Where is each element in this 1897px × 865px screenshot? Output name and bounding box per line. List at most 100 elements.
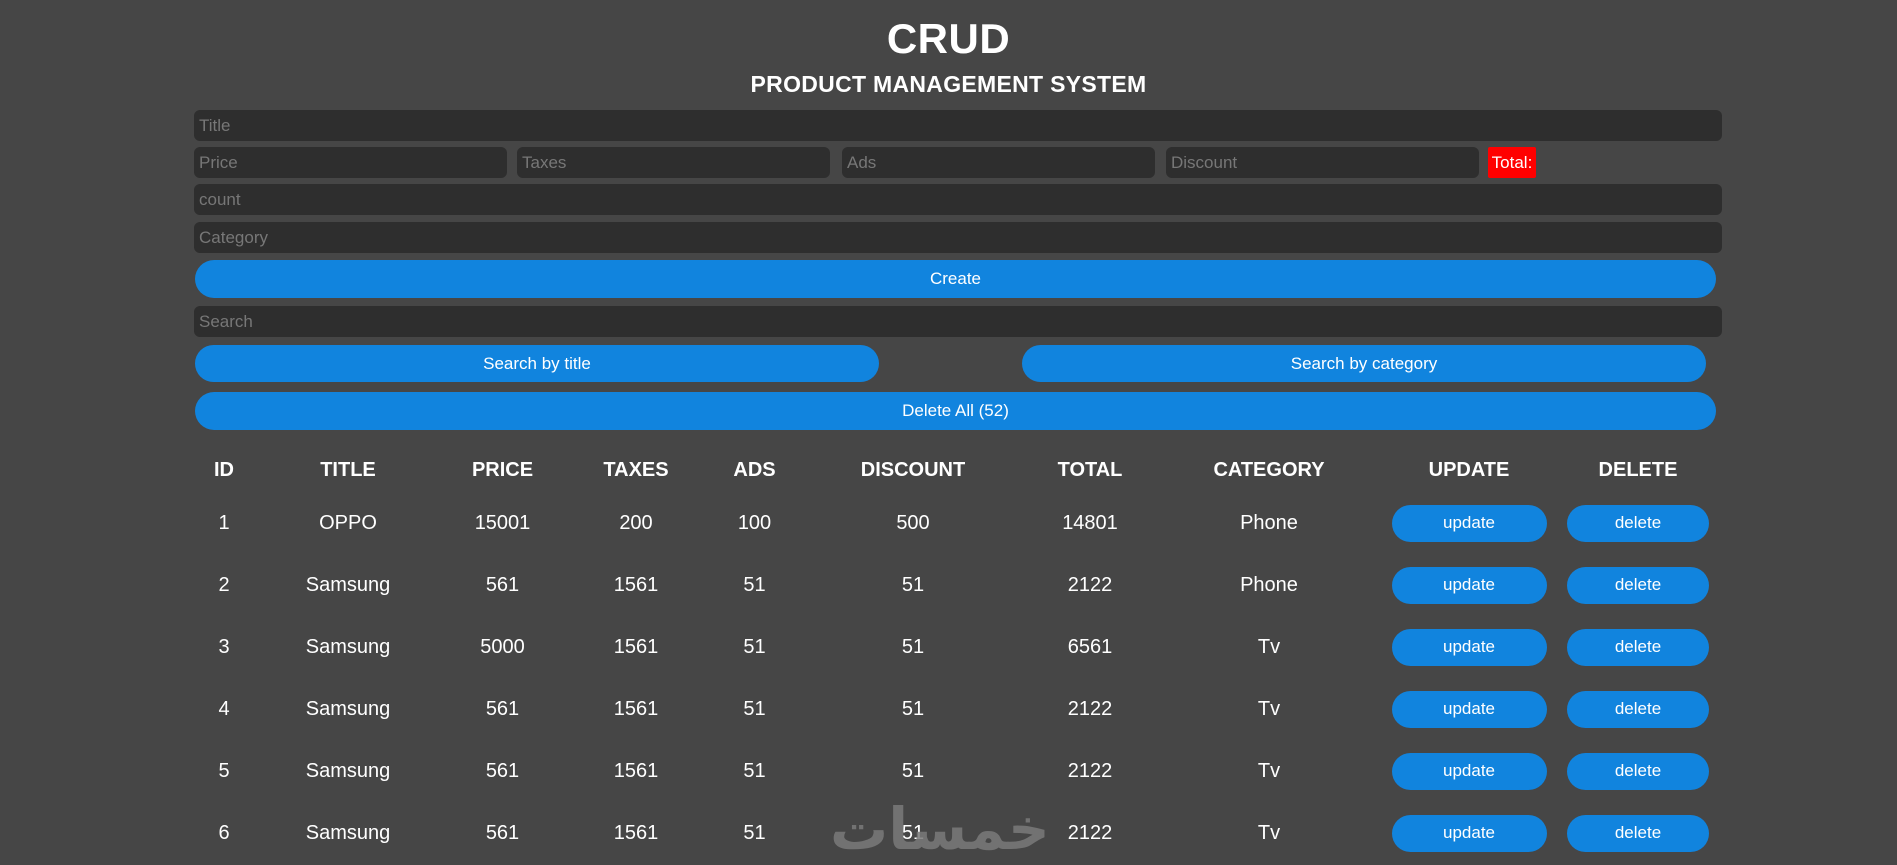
delete-button[interactable]: delete [1567,814,1709,852]
cell-taxes: 1561 [613,697,659,720]
cell-update: update [1384,492,1554,554]
search-input[interactable] [194,306,1722,337]
discount-input[interactable] [1166,147,1479,178]
header-total: TOTAL [1057,458,1123,481]
cell-ads: 51 [743,635,766,658]
header-discount: DISCOUNT [860,458,966,481]
cell-taxes: 1561 [613,821,659,844]
cell-price: 561 [485,697,520,720]
cell-update: update [1384,802,1554,864]
cell-id: 4 [218,697,230,720]
table-row: 1 OPPO 15001 200 100 500 14801 Phone update delet… [194,492,1722,554]
delete-button[interactable]: delete [1567,566,1709,604]
khamsat-watermark-logo: خمسات [830,797,1050,862]
cell-delete: delete [1554,492,1722,554]
cell-ads: 100 [737,511,772,534]
taxes-input[interactable] [517,147,830,178]
cell-discount: 51 [901,573,925,596]
cell-total: 6561 [1067,635,1113,658]
cell-category: Tv [1257,759,1281,782]
cell-ads: 51 [743,821,766,844]
cell-delete: delete [1554,802,1722,864]
cell-ads: 51 [743,759,766,782]
delete-button[interactable]: delete [1567,504,1709,542]
cell-taxes: 200 [619,511,653,534]
search-by-title-button[interactable]: Search by title [195,345,879,382]
page-header: CRUD PRODUCT MANAGEMENT SYSTEM [0,0,1897,98]
cell-id: 6 [218,821,230,844]
category-input[interactable] [194,222,1722,253]
cell-price: 561 [485,821,520,844]
header-ads: ADS [733,458,776,481]
cell-update: update [1384,740,1554,802]
table-row: 3 Samsung 5000 1561 51 51 6561 Tv update delete [194,616,1722,678]
cell-total: 14801 [1062,511,1118,534]
cell-category: Tv [1257,635,1281,658]
cell-category: Phone [1240,511,1298,534]
cell-delete: delete [1554,678,1722,740]
cell-title: Samsung [305,635,391,658]
cell-category: Phone [1240,573,1298,596]
delete-button[interactable]: delete [1567,690,1709,728]
cell-ads: 51 [743,697,766,720]
search-by-category-button[interactable]: Search by category [1022,345,1706,382]
cell-update: update [1384,616,1554,678]
cell-title: Samsung [305,821,391,844]
table-row: 5 Samsung 561 1561 51 51 2122 Tv update delete [194,740,1722,802]
cell-id: 5 [218,759,230,782]
header-taxes: TAXES [603,458,669,481]
cell-update: update [1384,678,1554,740]
cell-discount: 500 [896,511,930,534]
cell-id: 2 [218,573,230,596]
cell-delete: delete [1554,554,1722,616]
cell-total: 2122 [1067,573,1113,596]
title-input[interactable] [194,110,1722,141]
price-input[interactable] [194,147,507,178]
cell-discount: 51 [901,759,925,782]
cell-price: 561 [485,759,520,782]
cell-title: OPPO [319,511,377,534]
cell-delete: delete [1554,616,1722,678]
update-button[interactable]: update [1391,566,1547,604]
cell-delete: delete [1554,740,1722,802]
cell-total: 2122 [1067,759,1113,782]
delete-button[interactable]: delete [1567,752,1709,790]
header-id: ID [214,458,234,481]
update-button[interactable]: update [1391,752,1547,790]
header-title: TITLE [320,458,376,481]
cell-id: 1 [218,511,230,534]
cell-price: 15001 [474,511,531,534]
header-price: PRICE [471,458,534,481]
header-category: CATEGORY [1213,458,1325,481]
delete-button[interactable]: delete [1567,628,1709,666]
cell-price: 5000 [480,635,525,658]
cell-taxes: 1561 [613,635,659,658]
cell-update: update [1384,554,1554,616]
table-header-row: ID TITLE PRICE TAXES ADS DISCOUNT TOTAL … [194,448,1722,492]
table-row: 4 Samsung 561 1561 51 51 2122 Tv update delete [194,678,1722,740]
delete-all-button[interactable]: Delete All (52) [195,392,1716,430]
cell-taxes: 1561 [613,759,659,782]
update-button[interactable]: update [1391,504,1547,542]
cell-discount: 51 [901,697,925,720]
cell-id: 3 [218,635,230,658]
count-input[interactable] [194,184,1722,215]
ads-input[interactable] [842,147,1155,178]
cell-discount: 51 [901,635,925,658]
update-button[interactable]: update [1391,628,1547,666]
cell-taxes: 1561 [613,573,659,596]
page-title: CRUD [886,15,1011,62]
cell-total: 2122 [1067,697,1113,720]
header-delete: DELETE [1598,458,1678,481]
cell-title: Samsung [305,759,391,782]
update-button[interactable]: update [1391,814,1547,852]
total-badge: Total: [1488,147,1536,178]
update-button[interactable]: update [1391,690,1547,728]
create-button[interactable]: Create [195,260,1716,298]
cell-ads: 51 [743,573,766,596]
header-update: UPDATE [1428,458,1510,481]
cell-category: Tv [1257,821,1281,844]
cell-title: Samsung [305,697,391,720]
cell-category: Tv [1257,697,1281,720]
cell-price: 561 [485,573,520,596]
